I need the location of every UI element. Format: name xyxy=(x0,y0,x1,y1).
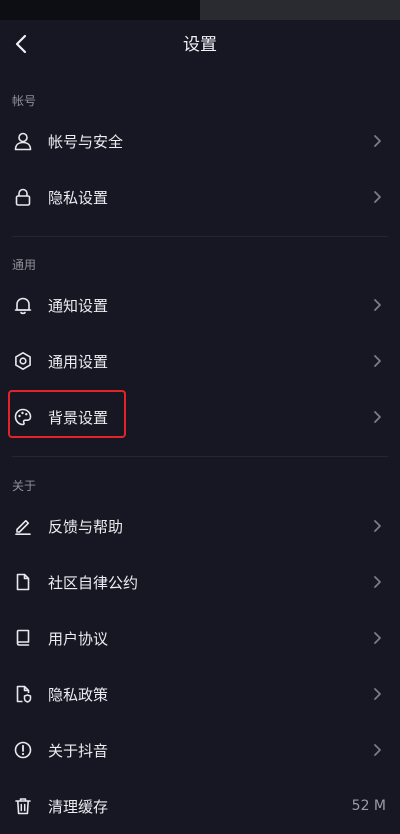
settings-item-clear-cache[interactable]: 清理缓存 52 M xyxy=(0,778,400,834)
chevron-right-icon xyxy=(370,190,384,204)
status-bar-right xyxy=(200,0,400,20)
settings-item-privacy-policy[interactable]: 隐私政策 xyxy=(0,666,400,722)
section-label-general: 通用 xyxy=(12,258,37,272)
status-bar xyxy=(0,0,400,20)
lock-icon xyxy=(12,186,34,208)
settings-item-general-settings[interactable]: 通用设置 xyxy=(0,333,400,389)
settings-item-user-agreement[interactable]: 用户协议 xyxy=(0,610,400,666)
book-icon xyxy=(12,627,34,649)
section-label-about: 关于 xyxy=(12,479,37,493)
chevron-right-icon xyxy=(370,354,384,368)
user-icon xyxy=(12,130,34,152)
settings-item-label: 反馈与帮助 xyxy=(48,517,124,536)
chevron-right-icon xyxy=(370,519,384,533)
settings-item-label: 关于抖音 xyxy=(48,741,109,760)
trash-icon xyxy=(12,795,34,817)
page-title: 设置 xyxy=(183,35,217,55)
chevron-right-icon xyxy=(370,410,384,424)
settings-item-privacy-settings[interactable]: 隐私设置 xyxy=(0,169,400,225)
privacy-document-icon xyxy=(12,683,34,705)
settings-item-label: 通用设置 xyxy=(48,352,109,371)
settings-item-account-security[interactable]: 帐号与安全 xyxy=(0,113,400,169)
gear-icon xyxy=(12,350,34,372)
edit-icon xyxy=(12,515,34,537)
settings-item-label: 通知设置 xyxy=(48,296,109,315)
chevron-right-icon xyxy=(370,298,384,312)
settings-item-community-rules[interactable]: 社区自律公约 xyxy=(0,554,400,610)
settings-item-feedback-help[interactable]: 反馈与帮助 xyxy=(0,498,400,554)
settings-item-label: 用户协议 xyxy=(48,629,109,648)
chevron-right-icon xyxy=(370,743,384,757)
section-divider xyxy=(12,456,388,457)
settings-item-label: 背景设置 xyxy=(48,408,109,427)
settings-item-label: 隐私政策 xyxy=(48,685,109,704)
header: 设置 xyxy=(0,20,400,70)
info-icon xyxy=(12,739,34,761)
chevron-right-icon xyxy=(370,575,384,589)
palette-icon xyxy=(12,406,34,428)
cache-size-value: 52 M xyxy=(351,798,386,814)
section-label-account: 帐号 xyxy=(12,94,37,108)
settings-item-label: 隐私设置 xyxy=(48,188,109,207)
document-icon xyxy=(12,571,34,593)
settings-item-label: 清理缓存 xyxy=(48,797,109,816)
chevron-right-icon xyxy=(370,134,384,148)
chevron-right-icon xyxy=(370,631,384,645)
settings-item-about-douyin[interactable]: 关于抖音 xyxy=(0,722,400,778)
section-divider xyxy=(12,236,388,237)
chevron-right-icon xyxy=(370,687,384,701)
settings-item-label: 社区自律公约 xyxy=(48,573,139,592)
bell-icon xyxy=(12,294,34,316)
settings-item-label: 帐号与安全 xyxy=(48,132,124,151)
settings-item-notification-settings[interactable]: 通知设置 xyxy=(0,277,400,333)
settings-item-background-settings[interactable]: 背景设置 xyxy=(0,389,400,445)
